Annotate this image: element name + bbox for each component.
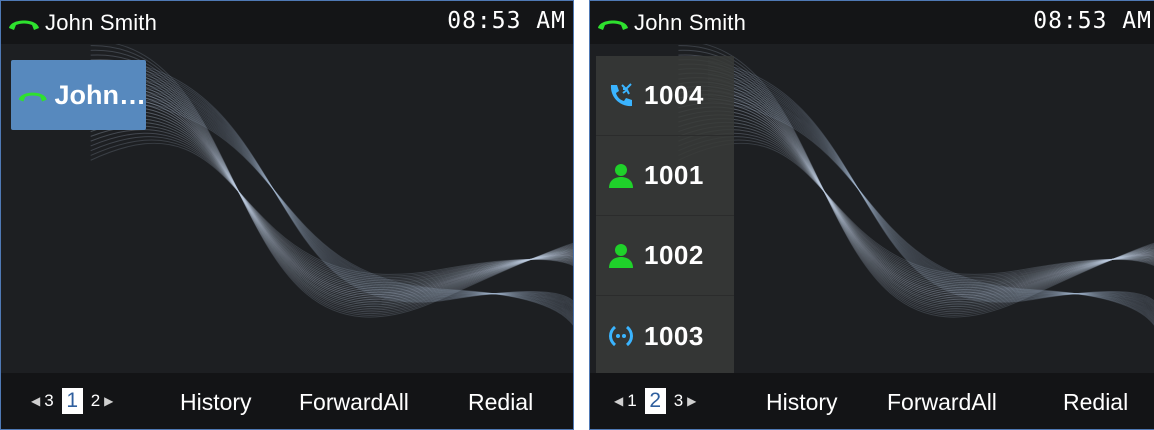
page-prev[interactable]: 3 [44, 391, 53, 411]
blf-label: 1004 [644, 80, 704, 110]
handset-icon [598, 20, 628, 30]
blf-label: 1002 [644, 240, 704, 270]
blf-key-panel: 1004 1001 1002 1003 [596, 56, 734, 376]
chevron-left-icon: ◀ [614, 394, 624, 408]
chevron-left-icon: ◀ [31, 394, 41, 408]
page-indicator[interactable]: ◀ 3 1 2 ▶ [31, 388, 113, 414]
page-next[interactable]: 2 [91, 391, 100, 411]
blf-key-1003[interactable]: 1003 [596, 296, 734, 376]
person-icon [606, 161, 636, 191]
blf-key-1001[interactable]: 1001 [596, 136, 734, 216]
incoming-call-icon [606, 81, 636, 111]
blf-key-1004[interactable]: 1004 [596, 56, 734, 136]
handset-icon [9, 20, 39, 30]
active-caller-name: John Smith [45, 9, 158, 35]
redial-softkey[interactable]: Redial [1063, 389, 1128, 416]
history-softkey[interactable]: History [766, 389, 838, 416]
forward-all-softkey[interactable]: ForwardAll [887, 389, 997, 416]
clock: 08:53 AM [1033, 8, 1152, 34]
redial-softkey[interactable]: Redial [468, 389, 533, 416]
page-indicator[interactable]: ◀ 1 2 3 ▶ [614, 388, 696, 414]
history-softkey[interactable]: History [180, 389, 252, 416]
chevron-right-icon: ▶ [687, 394, 697, 408]
page-current[interactable]: 2 [644, 388, 666, 414]
ringing-icon [606, 321, 636, 351]
status-bar: John Smith 08:53 AM [1, 1, 573, 44]
blf-label: 1001 [644, 160, 704, 190]
blf-key-1002[interactable]: 1002 [596, 216, 734, 296]
phone-screen-page-1: John Smith 08:53 AM John… ◀ 3 1 2 ▶ Hist… [0, 0, 574, 430]
line-key-label: John… [54, 79, 147, 110]
page-current[interactable]: 1 [61, 388, 83, 414]
page-next[interactable]: 3 [674, 391, 683, 411]
person-icon [606, 241, 636, 271]
handset-icon [18, 92, 47, 102]
blf-label: 1003 [644, 320, 704, 351]
softkey-bar: ◀ 1 2 3 ▶ History ForwardAll Redial [590, 373, 1154, 429]
clock: 08:53 AM [447, 8, 566, 34]
status-bar: John Smith 08:53 AM [590, 1, 1154, 44]
active-caller-name: John Smith [634, 9, 747, 35]
forward-all-softkey[interactable]: ForwardAll [299, 389, 409, 416]
softkey-bar: ◀ 3 1 2 ▶ History ForwardAll Redial [1, 373, 573, 429]
page-prev[interactable]: 1 [627, 391, 636, 411]
phone-screen-page-2: John Smith 08:53 AM 1004 1001 1002 1003 … [589, 0, 1154, 430]
chevron-right-icon: ▶ [104, 394, 114, 408]
line-key-1[interactable]: John… [11, 60, 146, 130]
